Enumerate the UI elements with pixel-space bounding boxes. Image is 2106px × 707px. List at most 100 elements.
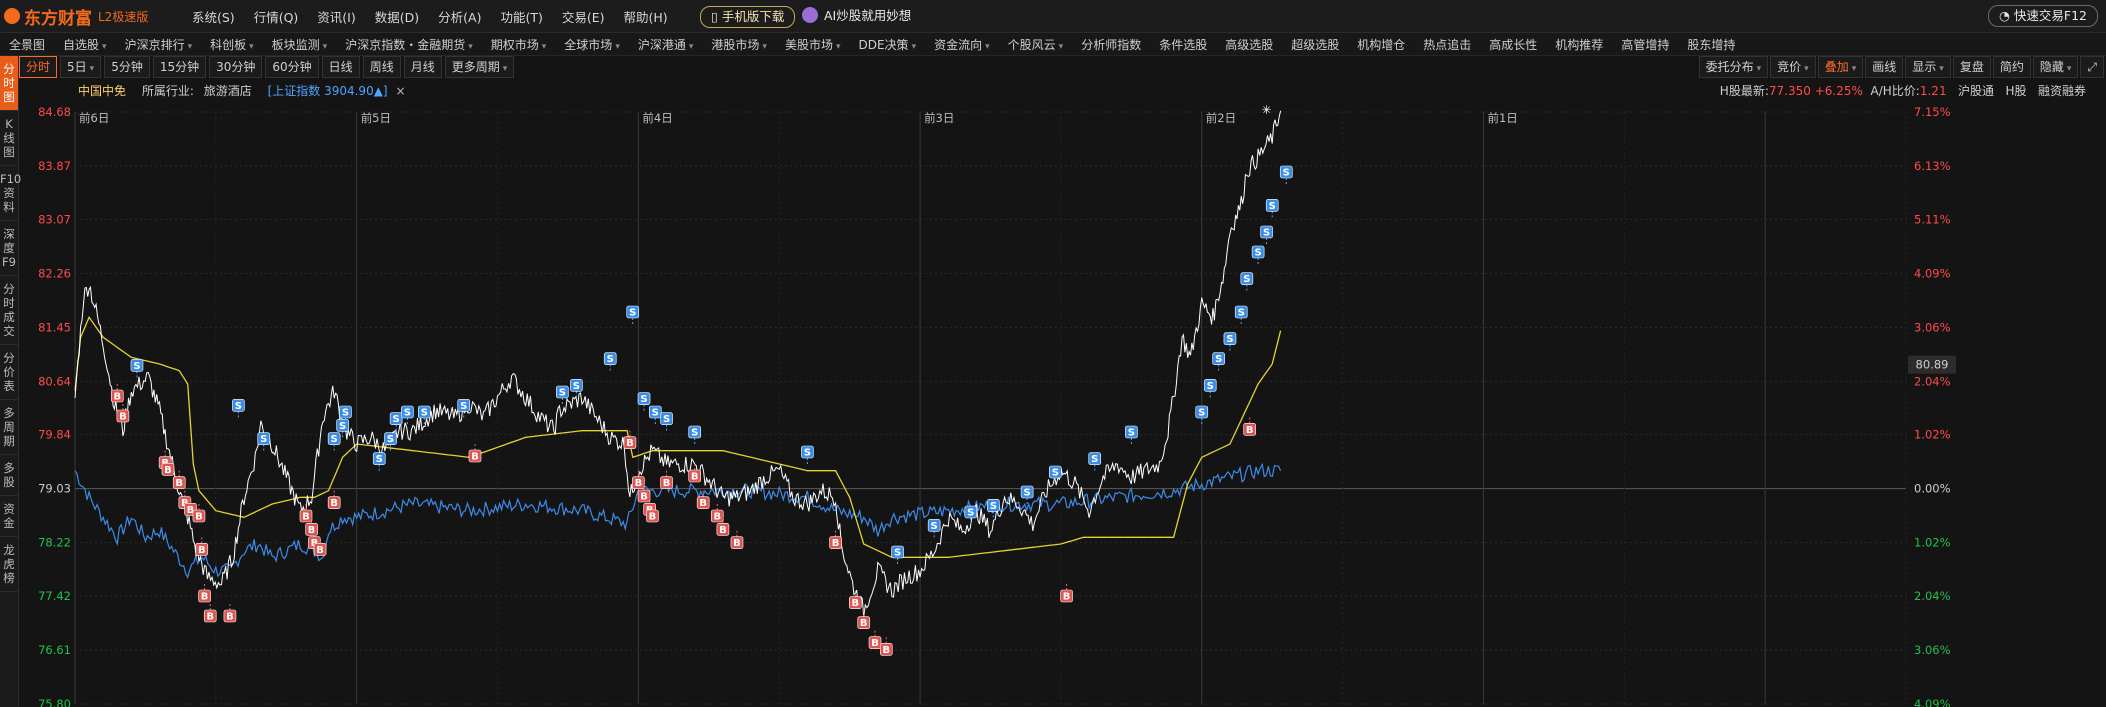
menu-item-7[interactable]: 帮助(H)	[624, 7, 668, 26]
sell-marker[interactable]: S	[232, 399, 245, 418]
fullscreen-icon[interactable]: ⤢	[2080, 56, 2104, 78]
nav-item-3[interactable]: 科创板 ▾	[201, 36, 263, 53]
buy-marker[interactable]: B	[623, 430, 637, 450]
sell-marker[interactable]: S	[891, 545, 904, 564]
period-tab-6[interactable]: 日线	[321, 56, 360, 78]
sell-marker[interactable]: S	[987, 499, 1000, 518]
sell-marker[interactable]: S	[257, 432, 271, 451]
tool-button-3[interactable]: 画线	[1865, 56, 1904, 78]
tool-button-1[interactable]: 竞价 ▾	[1770, 56, 1816, 78]
nav-item-21[interactable]: 机构推荐	[1546, 36, 1612, 53]
buy-marker[interactable]: B	[660, 470, 673, 490]
menu-item-3[interactable]: 数据(D)	[375, 7, 419, 26]
close-icon[interactable]: ×	[395, 84, 405, 98]
nav-item-19[interactable]: 热点追击	[1414, 36, 1480, 53]
nav-item-2[interactable]: 沪深京排行 ▾	[116, 36, 202, 53]
link-hsgt[interactable]: 沪股通	[1958, 84, 1994, 98]
menu-item-6[interactable]: 交易(E)	[562, 7, 605, 26]
sell-marker[interactable]: S	[688, 425, 702, 444]
period-tab-7[interactable]: 周线	[362, 56, 401, 78]
buy-marker[interactable]: B	[223, 604, 237, 623]
menu-item-4[interactable]: 分析(A)	[438, 7, 481, 26]
nav-item-12[interactable]: 资金流向 ▾	[925, 36, 999, 53]
period-tab-0[interactable]: 分时	[19, 56, 58, 78]
period-tab-9[interactable]: 更多周期 ▾	[444, 56, 515, 78]
nav-item-6[interactable]: 期权市场 ▾	[482, 36, 556, 53]
mobile-download-button[interactable]: ▯ 手机版下载	[700, 6, 796, 28]
sell-marker[interactable]: S	[637, 392, 651, 411]
buy-marker[interactable]: B	[730, 530, 744, 550]
nav-item-17[interactable]: 超级选股	[1282, 36, 1348, 53]
sell-marker[interactable]: S	[1234, 305, 1248, 324]
nav-item-0[interactable]: 全景图	[0, 36, 54, 53]
sell-marker[interactable]: S	[1260, 225, 1273, 244]
sell-marker[interactable]: S	[130, 359, 144, 378]
buy-marker[interactable]: B	[1243, 417, 1256, 436]
nav-item-14[interactable]: 分析师指数	[1072, 36, 1150, 53]
sell-marker[interactable]: S	[327, 432, 341, 451]
period-tab-4[interactable]: 30分钟	[209, 56, 263, 78]
menu-item-2[interactable]: 资讯(I)	[317, 7, 355, 26]
buy-marker[interactable]: B	[710, 504, 724, 523]
tool-button-4[interactable]: 显示 ▾	[1905, 56, 1951, 78]
nav-item-16[interactable]: 高级选股	[1216, 36, 1282, 53]
menu-item-1[interactable]: 行情(Q)	[254, 7, 299, 26]
nav-item-23[interactable]: 股东增持	[1678, 36, 1744, 53]
buy-marker[interactable]: B	[110, 384, 124, 403]
sell-marker[interactable]: S	[801, 445, 814, 464]
tool-button-7[interactable]: 隐藏 ▾	[2032, 56, 2079, 78]
period-tab-2[interactable]: 5分钟	[104, 56, 150, 78]
nav-item-10[interactable]: 美股市场 ▾	[776, 36, 850, 53]
period-tab-1[interactable]: 5日 ▾	[60, 56, 102, 78]
buy-marker[interactable]: B	[868, 630, 882, 650]
buy-marker[interactable]: B	[195, 537, 209, 556]
sell-marker[interactable]: S	[1223, 332, 1237, 351]
buy-marker[interactable]: B	[327, 490, 341, 510]
sell-marker[interactable]: S	[660, 412, 673, 431]
sell-marker[interactable]: S	[372, 452, 386, 471]
sell-marker[interactable]: S	[626, 305, 640, 324]
nav-item-13[interactable]: 个股风云 ▾	[999, 36, 1073, 53]
buy-marker[interactable]: B	[172, 470, 186, 490]
sell-marker[interactable]: S	[1212, 352, 1225, 371]
intraday-chart[interactable]: 84.68 7.15% 83.87 6.13% 83.07 5.11% 82.26 4.09%…	[0, 100, 2106, 707]
sell-marker[interactable]: S	[1265, 199, 1279, 218]
sell-marker[interactable]: S	[389, 412, 403, 431]
buy-marker[interactable]: B	[1060, 584, 1073, 603]
nav-item-7[interactable]: 全球市场 ▾	[555, 36, 629, 53]
nav-item-20[interactable]: 高成长性	[1480, 36, 1546, 53]
menu-item-0[interactable]: 系统(S)	[192, 7, 235, 26]
sell-marker[interactable]: S	[648, 405, 662, 424]
nav-item-4[interactable]: 板块监测 ▾	[263, 36, 337, 53]
buy-marker[interactable]: B	[468, 444, 482, 463]
ai-promo-link[interactable]: AI炒股就用妙想	[802, 6, 911, 26]
nav-item-11[interactable]: DDE决策 ▾	[849, 36, 925, 53]
nav-item-5[interactable]: 沪深京指数・金融期货 ▾	[336, 36, 482, 53]
sell-marker[interactable]: S	[1125, 425, 1138, 444]
buy-marker[interactable]: B	[879, 637, 893, 656]
tool-button-5[interactable]: 复盘	[1952, 56, 1991, 78]
sell-marker[interactable]: S	[1240, 272, 1254, 291]
sell-marker[interactable]: S	[927, 519, 941, 538]
menu-item-5[interactable]: 功能(T)	[500, 7, 542, 26]
nav-item-22[interactable]: 高管增持	[1612, 36, 1678, 53]
nav-item-18[interactable]: 机构增仓	[1348, 36, 1414, 53]
period-tab-3[interactable]: 15分钟	[152, 56, 207, 78]
buy-marker[interactable]: B	[203, 604, 217, 623]
period-tab-8[interactable]: 月线	[403, 56, 442, 78]
tool-button-2[interactable]: 叠加 ▾	[1817, 56, 1864, 78]
tool-button-0[interactable]: 委托分布 ▾	[1698, 56, 1769, 78]
sell-marker[interactable]: S	[603, 352, 617, 371]
link-hshare[interactable]: H股	[2006, 84, 2027, 98]
nav-item-15[interactable]: 条件选股	[1150, 36, 1216, 53]
sell-marker[interactable]: S	[1251, 245, 1265, 264]
sell-marker[interactable]: S	[1203, 379, 1217, 398]
buy-marker[interactable]: B	[198, 584, 211, 603]
nav-item-8[interactable]: 沪深港通 ▾	[629, 36, 703, 53]
buy-marker[interactable]: B	[116, 404, 130, 423]
link-margin[interactable]: 融资融券	[2038, 84, 2086, 98]
sell-marker[interactable]: S	[1020, 485, 1034, 504]
buy-marker[interactable]: B	[829, 530, 842, 550]
nav-item-1[interactable]: 自选股 ▾	[54, 36, 116, 53]
industry-value[interactable]: 旅游酒店	[204, 84, 252, 98]
